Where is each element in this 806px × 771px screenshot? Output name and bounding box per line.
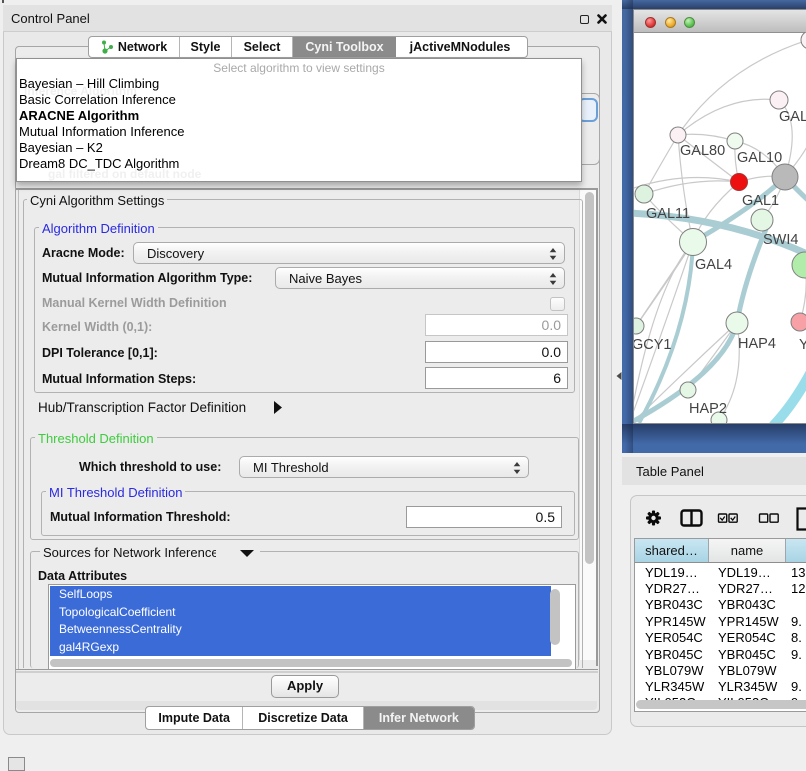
svg-text:HAP4: HAP4 [738,336,776,352]
svg-text:GAL80: GAL80 [680,143,725,159]
svg-text:SWI4: SWI4 [763,232,798,248]
svg-text:GAL10: GAL10 [737,150,782,166]
svg-text:GAL1: GAL1 [742,193,779,209]
svg-text:GCY1: GCY1 [634,337,672,353]
svg-text:GAL4: GAL4 [695,257,732,273]
svg-text:GAL11: GAL11 [646,206,690,222]
svg-text:Y: Y [799,337,806,353]
svg-text:GAL: GAL [779,109,806,125]
svg-text:HAP2: HAP2 [689,401,727,417]
